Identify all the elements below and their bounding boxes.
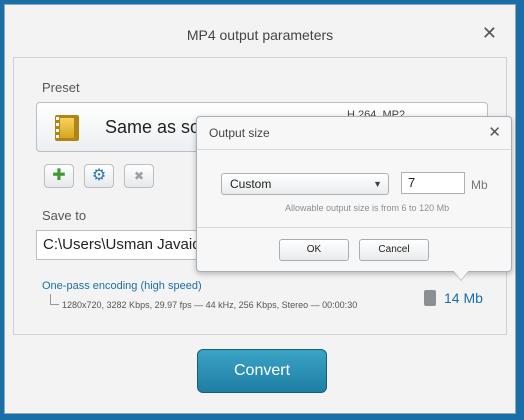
close-icon[interactable]: ✕ <box>482 23 497 43</box>
plus-icon: ✚ <box>52 167 66 184</box>
size-value-input[interactable]: 7 <box>401 172 465 194</box>
gear-icon: ⚙ <box>91 167 107 184</box>
close-icon: ✖ <box>133 169 145 183</box>
output-size-popup: Output size ✕ Custom ▼ 7 Mb Allowable ou… <box>196 116 512 280</box>
title-bar: MP4 output parameters ✕ <box>5 5 515 57</box>
save-to-label: Save to <box>42 208 87 223</box>
popup-title: Output size <box>209 126 270 140</box>
encoding-mode-link[interactable]: One-pass encoding (high speed) <box>42 280 202 292</box>
encoding-details: 1280x720, 3282 Kbps, 29.97 fps — 44 kHz,… <box>62 300 358 310</box>
output-size-link[interactable]: 14 Mb <box>444 290 483 306</box>
window-title: MP4 output parameters <box>186 27 334 43</box>
size-mode-select[interactable]: Custom ▼ <box>221 173 389 195</box>
ok-button[interactable]: OK <box>279 239 349 261</box>
tree-connector <box>50 294 59 305</box>
preset-name: Same as sou <box>105 117 211 137</box>
file-size-icon <box>424 290 436 306</box>
divider <box>197 227 511 228</box>
size-unit: Mb <box>471 178 488 192</box>
film-icon <box>55 115 79 141</box>
popup-pointer <box>453 270 469 280</box>
size-mode-value: Custom <box>230 177 272 191</box>
add-preset-button[interactable]: ✚ <box>44 164 74 188</box>
allowable-size-hint: Allowable output size is from 6 to 120 M… <box>285 203 450 213</box>
preset-label: Preset <box>42 80 80 95</box>
divider <box>197 149 511 150</box>
cancel-button[interactable]: Cancel <box>359 239 429 261</box>
chevron-down-icon: ▼ <box>373 179 382 189</box>
convert-button[interactable]: Convert <box>197 349 327 393</box>
delete-preset-button[interactable]: ✖ <box>124 164 154 188</box>
close-icon[interactable]: ✕ <box>488 123 501 141</box>
edit-preset-button[interactable]: ⚙ <box>84 164 114 188</box>
